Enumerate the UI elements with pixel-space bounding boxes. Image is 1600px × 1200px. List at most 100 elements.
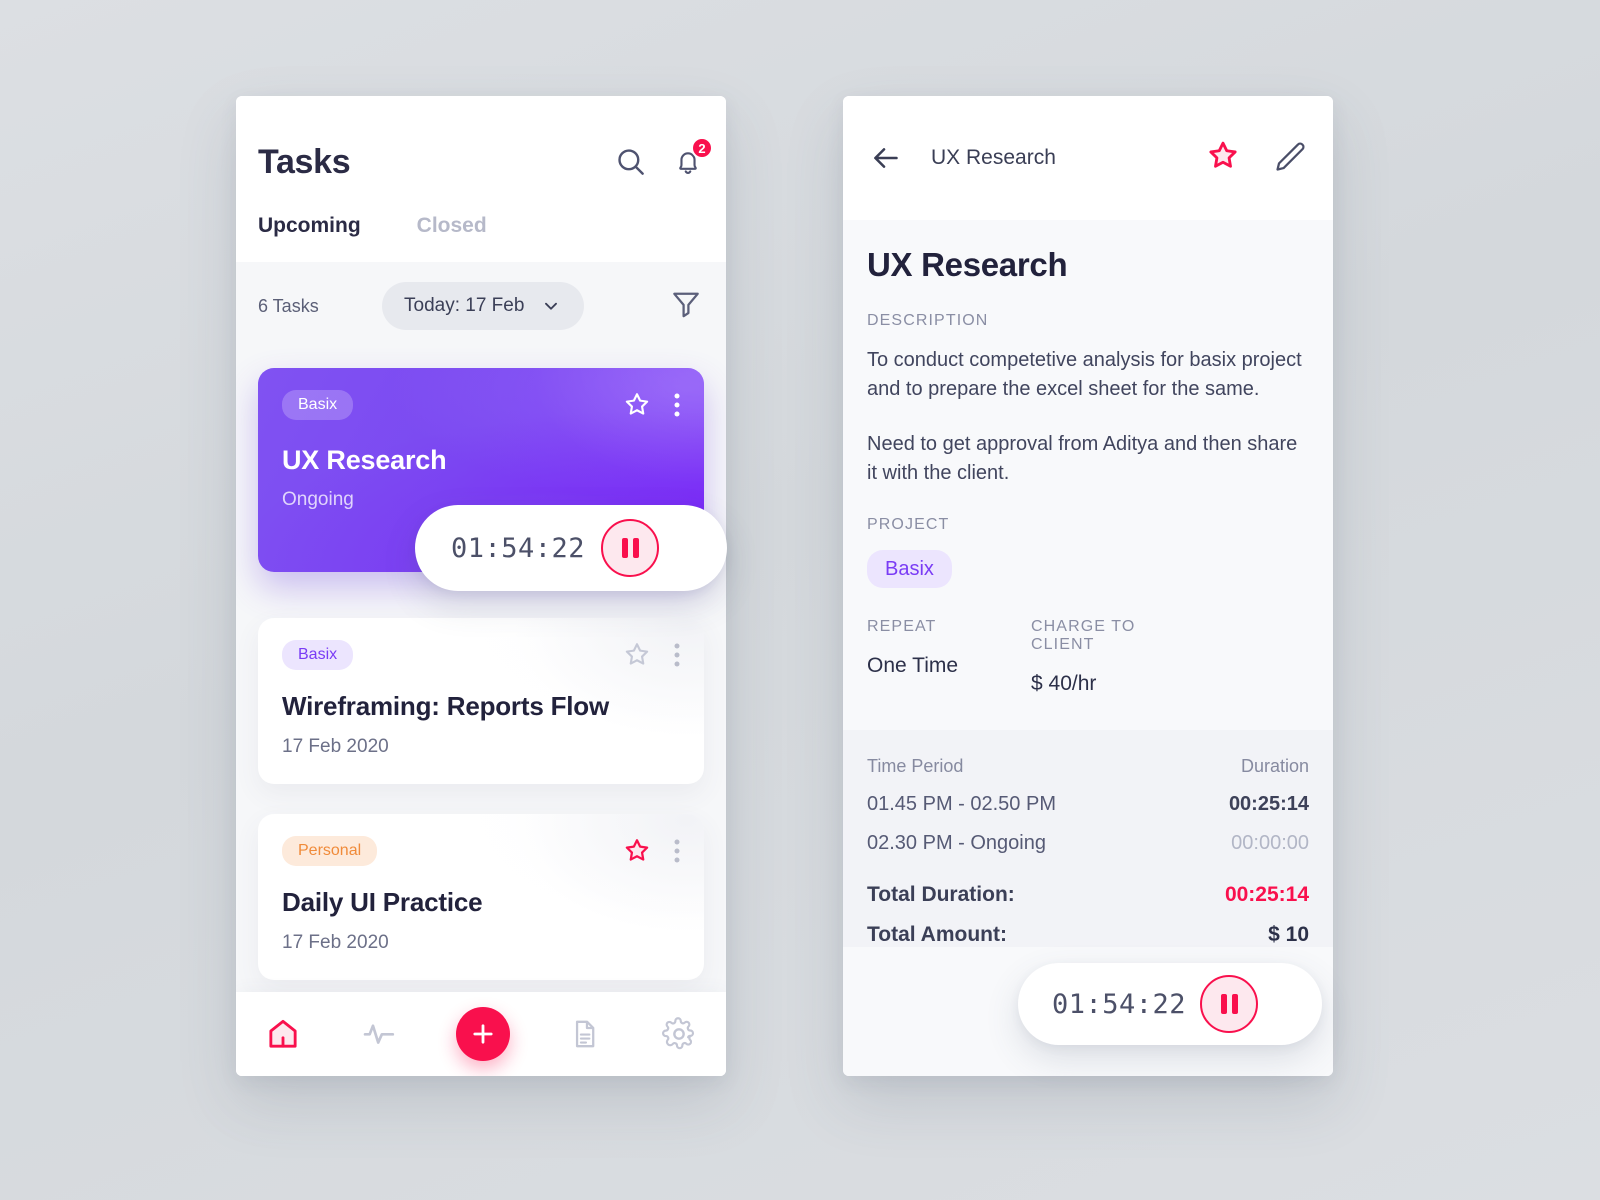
more-vertical-icon <box>674 393 680 417</box>
document-icon <box>576 1020 595 1048</box>
card-header: Personal <box>282 836 680 871</box>
add-task-fab[interactable] <box>455 1007 510 1061</box>
detail-topbar: UX Research <box>843 96 1333 220</box>
task-count: 6 Tasks <box>258 295 319 316</box>
tasks-header: Tasks 2 Upcoming Closed <box>236 96 726 262</box>
time-duration: 00:00:00 <box>1231 832 1309 854</box>
card-actions <box>622 640 680 675</box>
pause-timer-button[interactable] <box>1200 975 1259 1033</box>
card-menu-button[interactable] <box>674 392 680 423</box>
meta-row: REPEAT One Time CHARGE TO CLIENT $ 40/hr <box>867 618 1309 730</box>
filter-bar: 6 Tasks Today: 17 Feb <box>236 262 726 348</box>
charge-value: $ 40/hr <box>1031 672 1097 695</box>
tabs: Upcoming Closed <box>258 214 704 262</box>
favorite-button[interactable] <box>622 836 652 871</box>
charge-label: CHARGE TO CLIENT <box>1031 618 1136 653</box>
task-card-wireframing[interactable]: Basix Wireframing: Reports Flow 17 Feb 2… <box>258 618 704 784</box>
more-vertical-icon <box>674 839 680 863</box>
total-duration-row: Total Duration: 00:25:14 <box>867 883 1309 907</box>
pause-icon <box>621 538 628 558</box>
repeat-field: REPEAT One Time <box>867 618 1031 696</box>
nav-activity[interactable] <box>360 1015 398 1053</box>
total-duration-value: 00:25:14 <box>1224 883 1309 906</box>
charge-field: CHARGE TO CLIENT $ 40/hr <box>1031 618 1195 696</box>
notifications-button[interactable]: 2 <box>672 137 713 178</box>
date-filter-dropdown[interactable]: Today: 17 Feb <box>382 282 585 330</box>
task-chip: Personal <box>282 836 378 866</box>
timer-value: 01:54:22 <box>451 532 586 564</box>
total-amount-row: Total Amount: $ 10 <box>867 923 1309 947</box>
total-amount-label: Total Amount: <box>867 923 1007 946</box>
home-icon <box>269 1019 297 1048</box>
project-chip: Basix <box>867 550 952 588</box>
nav-add[interactable] <box>455 1007 510 1061</box>
detail-timer-widget[interactable]: 01:54:22 <box>1018 963 1322 1045</box>
task-date: 17 Feb 2020 <box>282 736 389 757</box>
task-title: Daily UI Practice <box>282 887 483 917</box>
pause-timer-button[interactable] <box>601 519 660 577</box>
task-title: Wireframing: Reports Flow <box>282 691 610 721</box>
timer-value: 01:54:22 <box>1052 988 1187 1020</box>
tasks-body: 6 Tasks Today: 17 Feb Basix UX Research … <box>236 262 726 1076</box>
favorite-button[interactable] <box>622 390 652 425</box>
chevron-down-icon <box>545 302 558 310</box>
edit-button[interactable] <box>1273 139 1307 178</box>
task-chip: Basix <box>282 390 354 420</box>
activity-icon <box>363 1024 394 1044</box>
notification-badge: 2 <box>691 137 713 159</box>
header-actions: 2 <box>614 137 713 179</box>
date-filter-label: Today: 17 Feb <box>404 295 525 316</box>
active-timer-widget[interactable]: 01:54:22 <box>415 505 727 591</box>
task-date: 17 Feb 2020 <box>282 932 389 953</box>
gear-icon <box>661 1017 694 1050</box>
tab-upcoming[interactable]: Upcoming <box>258 214 361 238</box>
pause-icon <box>1231 994 1238 1014</box>
time-period: 02.30 PM - Ongoing <box>867 832 1046 854</box>
pause-icon <box>1220 994 1227 1014</box>
card-header: Basix <box>282 390 680 425</box>
pencil-icon <box>1276 142 1305 171</box>
detail-content: UX Research DESCRIPTION To conduct compe… <box>843 220 1333 1076</box>
nav-settings[interactable] <box>661 1016 697 1052</box>
description-paragraph-2: Need to get approval from Aditya and the… <box>867 433 1298 484</box>
description-paragraph-1: To conduct competetive analysis for basi… <box>867 349 1302 400</box>
pause-icon <box>632 538 639 558</box>
time-row: 02.30 PM - Ongoing 00:00:00 <box>867 832 1309 855</box>
time-period: 01.45 PM - 02.50 PM <box>867 793 1056 815</box>
description-label: DESCRIPTION <box>867 312 989 329</box>
tab-closed[interactable]: Closed <box>417 214 487 238</box>
page-title: Tasks <box>258 142 351 181</box>
repeat-label: REPEAT <box>867 618 937 635</box>
filter-icon <box>673 292 699 317</box>
arrow-left-icon <box>874 148 898 168</box>
repeat-value: One Time <box>867 654 959 677</box>
card-menu-button[interactable] <box>674 642 680 673</box>
bottom-nav <box>236 992 726 1076</box>
search-button[interactable] <box>614 145 648 179</box>
back-button[interactable] <box>869 141 903 175</box>
time-table-header: Time Period Duration <box>867 756 1309 777</box>
filter-button[interactable] <box>668 286 704 327</box>
time-log-section: Time Period Duration 01.45 PM - 02.50 PM… <box>843 730 1333 947</box>
card-header: Basix <box>282 640 680 675</box>
favorite-button[interactable] <box>1205 138 1241 179</box>
col-duration: Duration <box>1240 756 1309 776</box>
detail-topbar-title: UX Research <box>931 146 1056 169</box>
star-icon-filled <box>1209 141 1237 168</box>
total-duration-label: Total Duration: <box>867 883 1015 906</box>
star-icon-filled <box>625 839 649 861</box>
task-title: UX Research <box>282 445 447 475</box>
task-card-daily-ui[interactable]: Personal Daily UI Practice 17 Feb 2020 <box>258 814 704 980</box>
more-vertical-icon <box>674 643 680 667</box>
star-icon <box>625 393 649 415</box>
nav-documents[interactable] <box>568 1017 602 1051</box>
card-actions <box>622 836 680 871</box>
nav-home[interactable] <box>265 1016 301 1052</box>
card-menu-button[interactable] <box>674 838 680 869</box>
tasks-title-row: Tasks 2 <box>258 136 713 188</box>
plus-icon <box>473 1024 493 1044</box>
search-icon <box>618 149 644 175</box>
total-amount-value: $ 10 <box>1268 923 1309 946</box>
favorite-button[interactable] <box>622 640 652 675</box>
detail-title: UX Research <box>867 246 1068 283</box>
